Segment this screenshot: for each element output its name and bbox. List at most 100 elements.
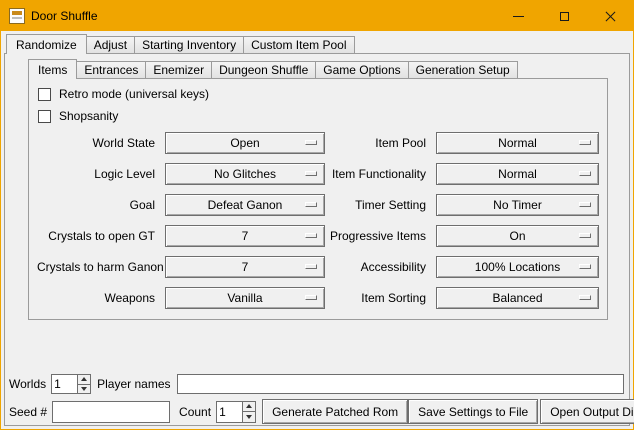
dropdown-indicator-icon: [579, 233, 591, 238]
app-icon: [9, 8, 25, 24]
count-label: Count: [179, 405, 211, 419]
tab-game-options[interactable]: Game Options: [315, 61, 408, 78]
worlds-input[interactable]: [51, 374, 77, 394]
world-state-select[interactable]: Open: [165, 132, 325, 154]
timer-setting-select[interactable]: No Timer: [436, 194, 599, 216]
accessibility-label: Accessibility: [325, 260, 426, 274]
accessibility-value: 100% Locations: [475, 260, 560, 274]
count-spinner-buttons: [242, 401, 256, 423]
dropdown-indicator-icon: [579, 171, 591, 176]
tab-adjust[interactable]: Adjust: [86, 36, 135, 53]
worlds-label: Worlds: [9, 377, 46, 391]
inner-tab-bar: Items Entrances Enemizer Dungeon Shuffle…: [28, 58, 517, 78]
close-button[interactable]: [587, 1, 633, 31]
count-input[interactable]: [216, 401, 242, 423]
window-title: Door Shuffle: [31, 9, 98, 23]
dropdown-indicator-icon: [305, 264, 317, 269]
minimize-icon: [513, 16, 524, 17]
timer-setting-value: No Timer: [493, 198, 542, 212]
item-sorting-label: Item Sorting: [325, 291, 426, 305]
progressive-items-value: On: [509, 229, 525, 243]
dropdown-indicator-icon: [579, 140, 591, 145]
option-row-6: Weapons Vanilla Item Sorting Balanced: [29, 282, 607, 313]
weapons-label: Weapons: [37, 291, 155, 305]
titlebar[interactable]: Door Shuffle: [1, 1, 633, 31]
count-spinner: [216, 401, 256, 423]
worlds-spin-down-button[interactable]: [77, 385, 91, 395]
tab-dungeon-shuffle[interactable]: Dungeon Shuffle: [211, 61, 316, 78]
dropdown-indicator-icon: [305, 233, 317, 238]
shopsanity-checkbox[interactable]: [38, 110, 51, 123]
accessibility-select[interactable]: 100% Locations: [436, 256, 599, 278]
tab-enemizer[interactable]: Enemizer: [145, 61, 212, 78]
up-arrow-icon: [246, 404, 252, 408]
weapons-select[interactable]: Vanilla: [165, 287, 325, 309]
logic-level-select[interactable]: No Glitches: [165, 163, 325, 185]
save-settings-button[interactable]: Save Settings to File: [408, 399, 538, 424]
down-arrow-icon: [246, 415, 252, 419]
maximize-button[interactable]: [541, 1, 587, 31]
shopsanity-label: Shopsanity: [59, 109, 118, 123]
dropdown-indicator-icon: [579, 202, 591, 207]
retro-mode-row: Retro mode (universal keys): [29, 83, 607, 105]
goal-label: Goal: [37, 198, 155, 212]
option-row-2: Logic Level No Glitches Item Functionali…: [29, 158, 607, 189]
tab-entrances[interactable]: Entrances: [76, 61, 146, 78]
items-pane: Retro mode (universal keys) Shopsanity W…: [28, 78, 608, 320]
option-row-3: Goal Defeat Ganon Timer Setting No Timer: [29, 189, 607, 220]
world-state-label: World State: [37, 136, 155, 150]
worlds-spinner-buttons: [77, 374, 91, 394]
outer-tab-bar: Randomize Adjust Starting Inventory Cust…: [6, 33, 354, 53]
generate-patched-rom-button[interactable]: Generate Patched Rom: [262, 399, 408, 424]
minimize-button[interactable]: [495, 1, 541, 31]
worlds-spinner: [51, 374, 91, 394]
option-row-1: World State Open Item Pool Normal: [29, 127, 607, 158]
dropdown-indicator-icon: [305, 295, 317, 300]
tab-starting-inventory[interactable]: Starting Inventory: [134, 36, 244, 53]
logic-level-value: No Glitches: [214, 167, 276, 181]
dropdown-indicator-icon: [305, 171, 317, 176]
option-row-5: Crystals to harm Ganon 7 Accessibility 1…: [29, 251, 607, 282]
crystals-gt-select[interactable]: 7: [165, 225, 325, 247]
open-output-directory-button[interactable]: Open Output Directory: [540, 399, 634, 424]
progressive-items-label: Progressive Items: [325, 229, 426, 243]
dropdown-indicator-icon: [579, 264, 591, 269]
seed-row: Seed # Count Generate Patched Rom Save S…: [9, 399, 625, 424]
crystals-gt-value: 7: [242, 229, 249, 243]
seed-input[interactable]: [52, 401, 170, 423]
count-spin-up-button[interactable]: [242, 401, 256, 413]
goal-value: Defeat Ganon: [208, 198, 283, 212]
goal-select[interactable]: Defeat Ganon: [165, 194, 325, 216]
worlds-spin-up-button[interactable]: [77, 374, 91, 385]
retro-mode-label: Retro mode (universal keys): [59, 87, 209, 101]
dropdown-indicator-icon: [305, 140, 317, 145]
crystals-gt-label: Crystals to open GT: [37, 229, 155, 243]
item-functionality-label: Item Functionality: [325, 167, 426, 181]
item-functionality-select[interactable]: Normal: [436, 163, 599, 185]
item-pool-select[interactable]: Normal: [436, 132, 599, 154]
tab-custom-item-pool[interactable]: Custom Item Pool: [243, 36, 354, 53]
worlds-row: Worlds Player names: [9, 373, 625, 395]
weapons-value: Vanilla: [227, 291, 262, 305]
player-names-input[interactable]: [177, 374, 625, 394]
item-functionality-value: Normal: [498, 167, 537, 181]
timer-setting-label: Timer Setting: [325, 198, 426, 212]
crystals-ganon-select[interactable]: 7: [165, 256, 325, 278]
tab-randomize[interactable]: Randomize: [6, 34, 87, 54]
checkbox-area: Retro mode (universal keys) Shopsanity: [29, 79, 607, 127]
close-icon: [604, 10, 617, 23]
tab-generation-setup[interactable]: Generation Setup: [408, 61, 518, 78]
item-sorting-select[interactable]: Balanced: [436, 287, 599, 309]
item-pool-label: Item Pool: [325, 136, 426, 150]
window-controls: [495, 1, 633, 31]
count-spin-down-button[interactable]: [242, 412, 256, 423]
tab-items[interactable]: Items: [28, 59, 77, 79]
crystals-ganon-label: Crystals to harm Ganon: [37, 260, 155, 274]
down-arrow-icon: [81, 387, 87, 391]
logic-level-label: Logic Level: [37, 167, 155, 181]
item-sorting-value: Balanced: [492, 291, 542, 305]
option-row-4: Crystals to open GT 7 Progressive Items …: [29, 220, 607, 251]
progressive-items-select[interactable]: On: [436, 225, 599, 247]
player-names-label: Player names: [97, 377, 170, 391]
retro-mode-checkbox[interactable]: [38, 88, 51, 101]
